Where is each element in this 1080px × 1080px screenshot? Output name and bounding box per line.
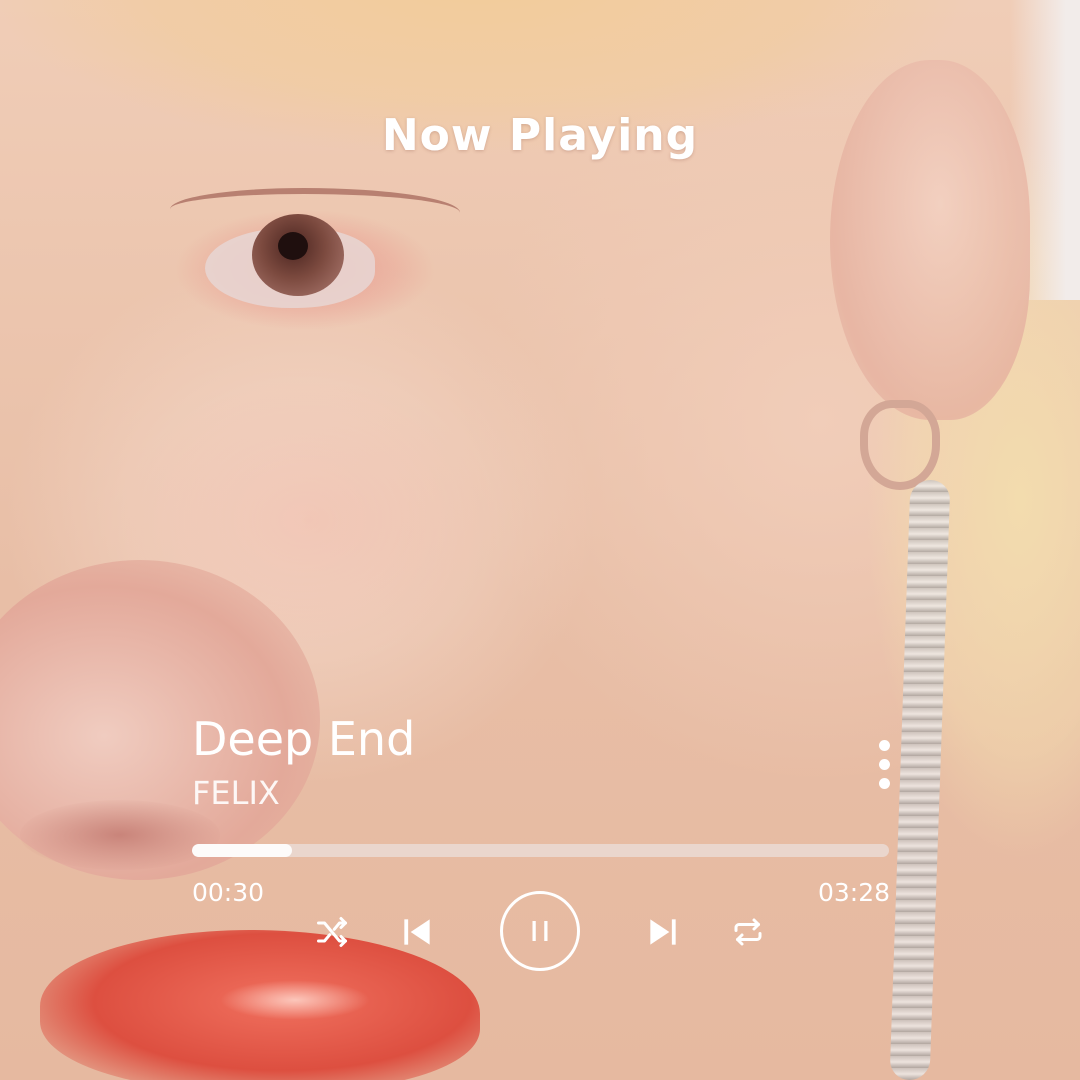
total-time: 03:28 (818, 878, 891, 907)
lip-highlight (220, 980, 370, 1020)
pupil-shape (278, 232, 308, 260)
more-vertical-icon-dot (879, 759, 890, 770)
progress-bar[interactable] (192, 844, 889, 857)
previous-track-button[interactable] (396, 911, 438, 953)
shuffle-button[interactable] (312, 912, 352, 952)
earring-hoop (860, 400, 940, 490)
more-options-button[interactable] (866, 736, 902, 796)
progress-fill (192, 844, 293, 857)
eyelid-shape (170, 188, 460, 234)
shuffle-icon (317, 917, 347, 947)
elapsed-time: 00:30 (192, 878, 265, 907)
track-artist: FELIX (192, 774, 280, 812)
repeat-button[interactable] (728, 912, 768, 952)
repeat-icon (734, 918, 762, 946)
pause-icon (532, 921, 548, 941)
next-track-button[interactable] (642, 911, 684, 953)
skip-next-icon (650, 919, 676, 945)
skip-previous-icon (404, 919, 430, 945)
nostril-shape (20, 800, 220, 870)
more-vertical-icon (879, 740, 890, 751)
track-title: Deep End (192, 712, 416, 766)
pause-button[interactable] (500, 891, 580, 971)
more-vertical-icon-dot (879, 778, 890, 789)
page-title: Now Playing (381, 110, 699, 161)
